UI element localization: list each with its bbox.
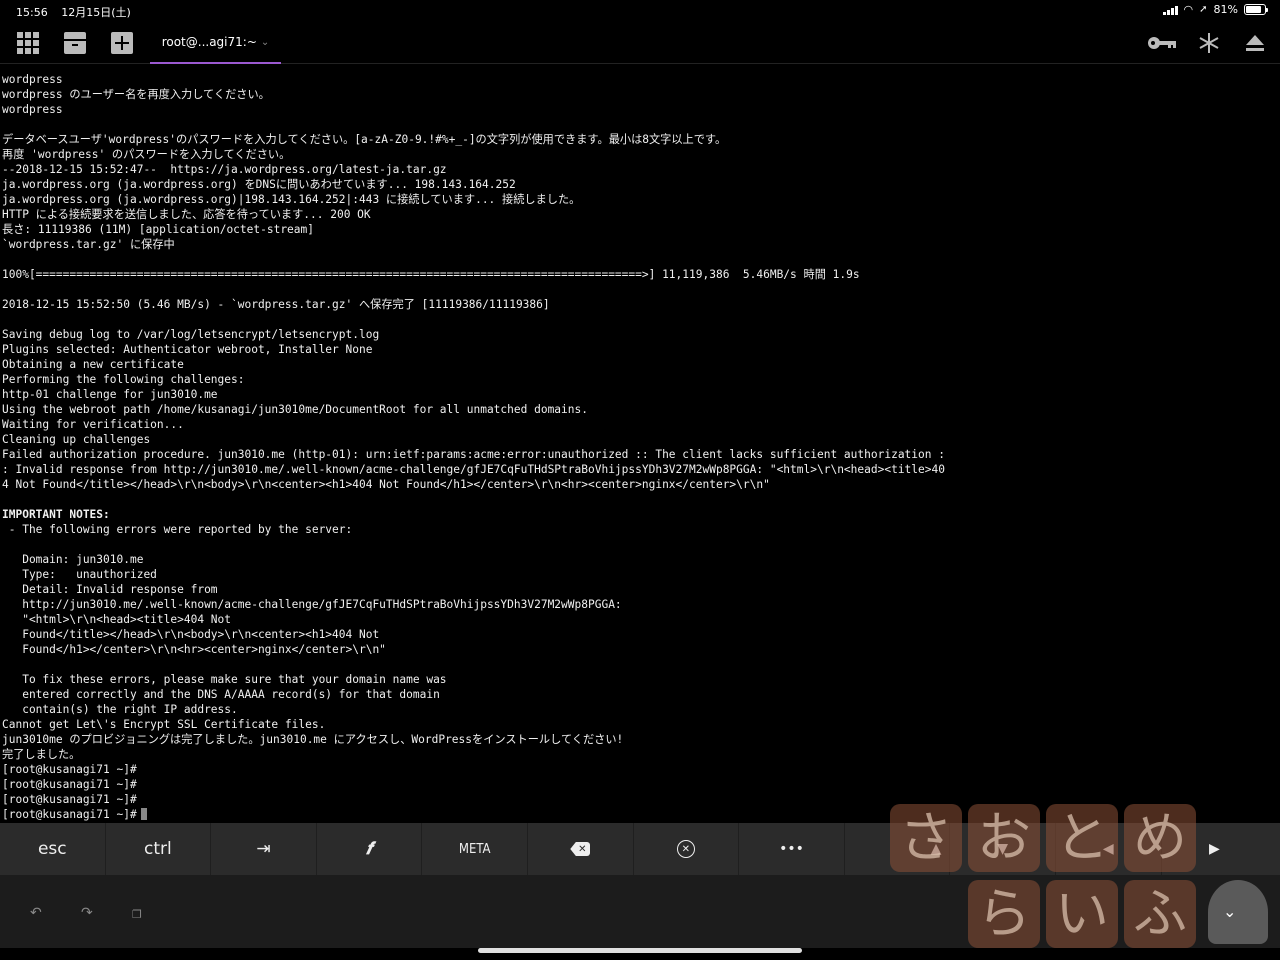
terminal-line: ja.wordpress.org (ja.wordpress.org) をDNS… [2, 178, 516, 191]
terminal-line: 再度 'wordpress' のパスワードを入力してください。 [2, 148, 291, 161]
battery-percent: 81% [1213, 3, 1238, 16]
terminal-line: Waiting for verification... [2, 418, 184, 431]
battery-icon [1244, 4, 1268, 15]
undo-icon[interactable]: ↶ [30, 905, 42, 921]
terminal-line: : Invalid response from http://jun3010.m… [2, 463, 945, 476]
app-toolbar: root@...agi71:~ ⌄ [0, 22, 1280, 64]
chevron-down-icon[interactable]: ⌄ [261, 37, 269, 48]
terminal-line: Plugins selected: Authenticator webroot,… [2, 343, 373, 356]
terminal-line: `wordpress.tar.gz' に保存中 [2, 238, 175, 251]
terminal-line: Cleaning up challenges [2, 433, 151, 446]
function-key[interactable]: 𝒇 [317, 823, 423, 875]
terminal-line: 2018-12-15 15:52:50 (5.46 MB/s) - `wordp… [2, 298, 550, 311]
terminal-line: Performing the following challenges: [2, 373, 245, 386]
terminal-line: Domain: jun3010.me [2, 553, 144, 566]
terminal-line: Obtaining a new certificate [2, 358, 184, 371]
cellular-signal-icon [1162, 5, 1178, 15]
more-key[interactable]: ••• [739, 823, 845, 875]
home-indicator [478, 948, 802, 953]
esc-key[interactable]: esc [0, 823, 106, 875]
terminal-line: Detail: Invalid response from [2, 583, 218, 596]
terminal-line: wordpress [2, 73, 63, 86]
hide-keyboard-icon[interactable]: ⌄ [1223, 902, 1236, 921]
terminal-line: contain(s) the right IP address. [2, 703, 238, 716]
archive-icon[interactable] [60, 28, 90, 58]
terminal-line: 100%[===================================… [2, 268, 860, 281]
arrow-down-key[interactable]: ▼ [950, 823, 1056, 875]
clear-circle-icon: ✕ [676, 840, 695, 858]
terminal-line: [root@kusanagi71 ~]# [2, 808, 137, 821]
terminal-line: HTTP による接続要求を送信しました、応答を待っています... 200 OK [2, 208, 371, 221]
new-tab-icon[interactable] [107, 28, 137, 58]
terminal-line: entered correctly and the DNS A/AAAA rec… [2, 688, 440, 701]
arrow-left-key[interactable]: ◀ [1056, 823, 1162, 875]
terminal-line: "<html>\r\n<head><title>404 Not [2, 613, 232, 626]
backspace-key[interactable]: ✕ [528, 823, 634, 875]
terminal-text: wordpress wordpress のユーザー名を再度入力してください。 w… [0, 64, 1280, 822]
redo-icon[interactable]: ↷ [81, 905, 93, 921]
terminal-line: Using the webroot path /home/kusanagi/ju… [2, 403, 588, 416]
status-date: 12月15日(土) [61, 6, 131, 19]
status-time: 15:56 [16, 6, 48, 19]
terminal-line: To fix these errors, please make sure th… [2, 673, 447, 686]
location-icon: ➚ [1199, 4, 1208, 15]
terminal-line: wordpress [2, 103, 63, 116]
terminal-line: [root@kusanagi71 ~]# [2, 793, 137, 806]
terminal-line: 4 Not Found</title></head>\r\n<body>\r\n… [2, 478, 770, 491]
copy-icon[interactable]: ❐ [132, 908, 142, 921]
terminal-line: http://jun3010.me/.well-known/acme-chall… [2, 598, 622, 611]
eject-icon[interactable] [1240, 28, 1270, 58]
terminal-line: - The following errors were reported by … [2, 523, 353, 536]
arrow-up-key[interactable]: ▲ [845, 823, 951, 875]
terminal-line: Failed authorization procedure. jun3010.… [2, 448, 945, 461]
terminal-line: 長さ: 11119386 (11M) [application/octet-st… [2, 223, 314, 236]
terminal-line: [root@kusanagi71 ~]# [2, 778, 137, 791]
apps-grid-icon[interactable] [13, 28, 43, 58]
terminal-line: ja.wordpress.org (ja.wordpress.org)|198.… [2, 193, 581, 206]
wifi-icon: ◠ [1183, 3, 1194, 16]
terminal-line: wordpress のユーザー名を再度入力してください。 [2, 88, 270, 101]
keyboard-shortcut-bar: ↶ ↷ ❐ [0, 875, 1280, 948]
tab-title: root@...agi71:~ [161, 35, 257, 49]
snippets-icon[interactable] [1194, 28, 1224, 58]
tab-session[interactable]: root@...agi71:~ ⌄ [150, 22, 281, 64]
key-icon[interactable] [1146, 28, 1178, 58]
terminal-line: http-01 challenge for jun3010.me [2, 388, 218, 401]
terminal-line: 完了しました。 [2, 748, 81, 761]
avatar [1208, 880, 1268, 944]
terminal-line: IMPORTANT NOTES: [2, 508, 110, 521]
arrow-right-key[interactable]: ▶ [1162, 823, 1268, 875]
terminal-line: データベースユーザ'wordpress'のパスワードを入力してください。[a-z… [2, 133, 727, 146]
backspace-icon: ✕ [570, 842, 591, 856]
meta-key[interactable]: META [422, 823, 528, 875]
terminal-output[interactable]: wordpress wordpress のユーザー名を再度入力してください。 w… [0, 64, 1280, 824]
terminal-line: Type: unauthorized [2, 568, 157, 581]
terminal-line: Found</h1></center>\r\n<hr><center>nginx… [2, 643, 386, 656]
keyboard-accessory-bar: esc ctrl ⇥ 𝒇 META ✕ ✕ ••• ▲ ▼ ◀ ▶ [0, 823, 1280, 875]
terminal-cursor [140, 808, 147, 820]
terminal-line: Saving debug log to /var/log/letsencrypt… [2, 328, 380, 341]
status-bar: 15:56 12月15日(土) ◠ ➚ 81% [0, 0, 1280, 22]
terminal-line: Found</title></head>\r\n<body>\r\n<cente… [2, 628, 380, 641]
terminal-line: jun3010me のプロビジョニングは完了しました。jun3010.me にア… [2, 733, 624, 746]
terminal-line: Cannot get Let\'s Encrypt SSL Certificat… [2, 718, 326, 731]
terminal-line: [root@kusanagi71 ~]# [2, 763, 137, 776]
ctrl-key[interactable]: ctrl [106, 823, 212, 875]
terminal-line: --2018-12-15 15:52:47-- https://ja.wordp… [2, 163, 447, 176]
tab-key[interactable]: ⇥ [211, 823, 317, 875]
clear-key[interactable]: ✕ [634, 823, 740, 875]
